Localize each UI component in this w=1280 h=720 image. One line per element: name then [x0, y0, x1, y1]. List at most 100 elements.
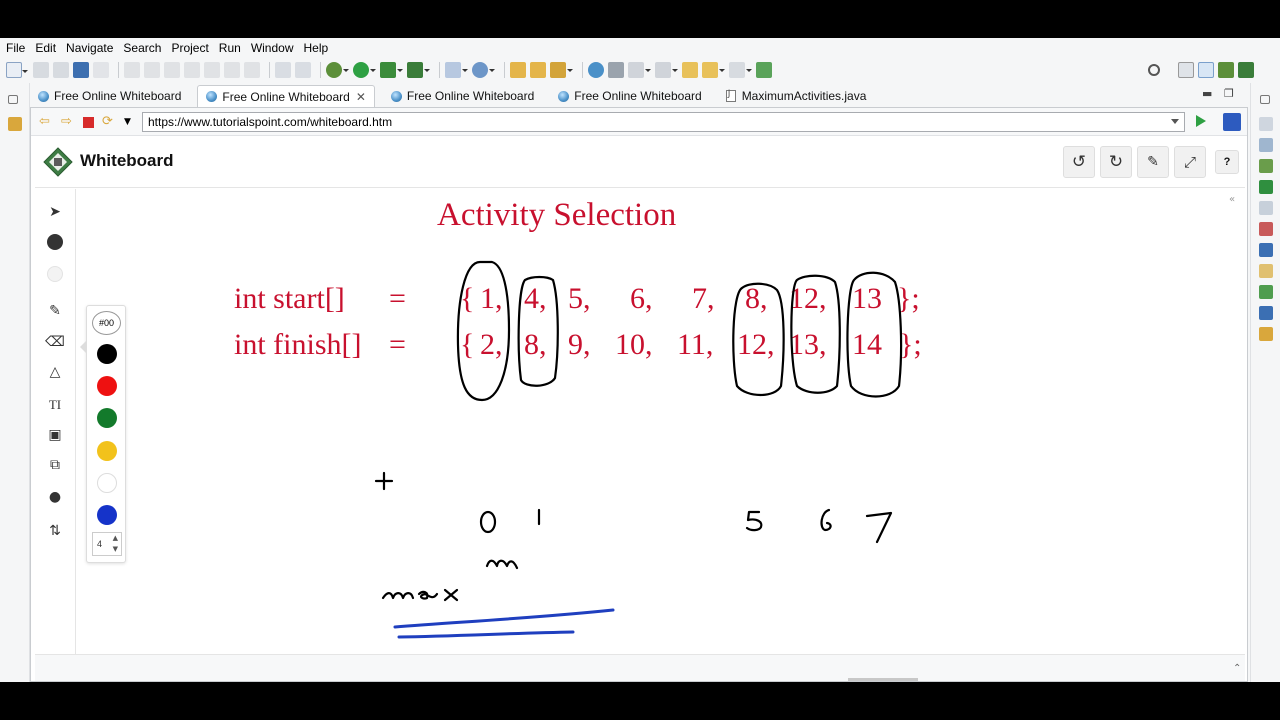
pen-tool-icon[interactable]: ✎ [45, 301, 65, 321]
tab-free-online-whiteboard-3[interactable]: Free Online Whiteboard [383, 85, 542, 107]
editor-tab-bar: Free Online Whiteboard Free Online White… [30, 85, 1248, 107]
drop-to-frame-icon[interactable] [275, 62, 291, 78]
empty-circle-tool-icon[interactable] [45, 264, 65, 284]
problems-icon[interactable] [1259, 264, 1273, 278]
search-icon[interactable] [1148, 64, 1160, 76]
pointer-tool-icon[interactable]: ➤ [45, 202, 65, 222]
url-input[interactable]: https://www.tutorialspoint.com/whiteboar… [142, 112, 1185, 132]
image-tool-icon[interactable]: ▣ [45, 425, 65, 445]
redo-button[interactable]: ↻ [1100, 146, 1132, 178]
git-perspective-icon[interactable] [1238, 62, 1254, 78]
resume-icon[interactable] [124, 62, 140, 78]
search-view-icon[interactable] [1259, 306, 1273, 320]
menu-file[interactable]: File [6, 41, 25, 55]
package-explorer-icon[interactable] [8, 117, 22, 131]
skip-breakpoints-icon[interactable] [93, 62, 109, 78]
close-icon[interactable]: ✕ [356, 90, 366, 104]
next-annotation-icon[interactable] [628, 62, 651, 78]
run-icon[interactable] [353, 62, 376, 78]
tab-free-online-whiteboard-1[interactable]: Free Online Whiteboard [30, 85, 189, 107]
chevron-down-icon[interactable]: ▼ [124, 115, 138, 129]
terminal-icon[interactable] [73, 62, 89, 78]
minimize-icon[interactable]: ▬ [1202, 87, 1212, 100]
debug-perspective-icon[interactable] [1218, 62, 1234, 78]
filled-circle-tool-icon[interactable] [45, 232, 65, 252]
open-external-icon[interactable] [1223, 113, 1241, 131]
console-icon[interactable] [1259, 243, 1273, 257]
menu-help[interactable]: Help [304, 41, 329, 55]
mark-occurrences-icon[interactable] [608, 62, 624, 78]
menu-edit[interactable]: Edit [35, 41, 56, 55]
collapse-up-icon[interactable]: ⌃ [1233, 663, 1241, 674]
save-icon[interactable] [33, 62, 49, 78]
new-icon[interactable] [6, 62, 28, 78]
debug-icon[interactable] [326, 62, 349, 78]
chat-tool-icon[interactable]: ● [45, 487, 65, 507]
menu-project[interactable]: Project [171, 41, 208, 55]
pin-editor-icon[interactable] [756, 62, 772, 78]
java-perspective-icon[interactable] [1198, 62, 1214, 78]
menu-run[interactable]: Run [219, 41, 241, 55]
whiteboard-canvas[interactable]: Activity Selection int start[] int finis… [77, 190, 1221, 652]
shapes-tool-icon[interactable]: △ [45, 362, 65, 382]
finish-value: 9, [568, 328, 591, 361]
debug-view-icon[interactable] [1259, 159, 1273, 173]
tab-free-online-whiteboard-2[interactable]: Free Online Whiteboard ✕ [197, 85, 375, 107]
back-icon[interactable] [702, 62, 725, 78]
collapse-panel-icon[interactable]: « [1229, 194, 1235, 205]
breakpoints-icon[interactable] [1259, 201, 1273, 215]
external-tools-icon[interactable] [407, 62, 430, 78]
previous-annotation-icon[interactable] [655, 62, 678, 78]
disconnect-icon[interactable] [184, 62, 200, 78]
browser-icon[interactable] [588, 62, 604, 78]
suspend-icon[interactable] [144, 62, 160, 78]
progress-icon[interactable] [1259, 285, 1273, 299]
undo-button[interactable]: ↺ [1063, 146, 1095, 178]
coverage-icon[interactable] [380, 62, 403, 78]
maximize-icon[interactable]: ❐ [1224, 87, 1234, 100]
fullscreen-button[interactable]: ⤢ [1174, 146, 1206, 178]
tab-free-online-whiteboard-4[interactable]: Free Online Whiteboard [550, 85, 709, 107]
new-package-icon[interactable] [472, 62, 495, 78]
move-tool-icon[interactable]: ⇅ [45, 521, 65, 541]
forward-arrow-icon[interactable]: ⇨ [61, 114, 75, 129]
eraser-tool-icon[interactable]: ⌫ [45, 332, 65, 352]
last-edit-location-icon[interactable] [682, 62, 698, 78]
clear-button[interactable]: ✎ [1137, 146, 1169, 178]
menu-search[interactable]: Search [123, 41, 161, 55]
help-button[interactable]: ? [1215, 150, 1239, 174]
save-all-icon[interactable] [53, 62, 69, 78]
media-tool-icon[interactable]: ⧉ [45, 455, 65, 475]
text-tool-icon[interactable]: TI [45, 395, 65, 415]
back-arrow-icon[interactable]: ⇦ [39, 114, 53, 129]
open-task-icon[interactable] [530, 62, 546, 78]
restore-icon[interactable] [1260, 95, 1270, 104]
go-icon[interactable] [1196, 115, 1206, 127]
open-type-icon[interactable] [510, 62, 526, 78]
search-tool-icon[interactable] [550, 62, 573, 78]
tab-maximum-activities-java[interactable]: MaximumActivities.java [718, 85, 875, 107]
browser-editor: ⇦ ⇨ ⟳ ▼ https://www.tutorialspoint.com/w… [30, 107, 1248, 682]
step-into-icon[interactable] [204, 62, 220, 78]
outline-icon[interactable] [1259, 117, 1273, 131]
menu-window[interactable]: Window [251, 41, 294, 55]
index-five [745, 510, 763, 532]
task-list-icon[interactable] [1259, 138, 1273, 152]
terminate-icon[interactable] [164, 62, 180, 78]
step-over-icon[interactable] [224, 62, 240, 78]
forward-icon[interactable] [729, 62, 752, 78]
globe-icon [558, 90, 570, 102]
horizontal-scrollbar[interactable] [848, 678, 918, 681]
step-return-icon[interactable] [244, 62, 260, 78]
history-icon[interactable] [1259, 327, 1273, 341]
use-step-filters-icon[interactable] [295, 62, 311, 78]
expressions-icon[interactable] [1259, 222, 1273, 236]
open-perspective-icon[interactable] [1178, 62, 1194, 78]
refresh-icon[interactable]: ⟳ [102, 114, 116, 129]
stop-icon[interactable] [83, 116, 94, 128]
chevron-down-icon[interactable] [1171, 119, 1179, 124]
variables-icon[interactable] [1259, 180, 1273, 194]
new-java-project-icon[interactable] [445, 62, 468, 78]
menu-navigate[interactable]: Navigate [66, 41, 113, 55]
restore-icon[interactable] [8, 95, 18, 104]
